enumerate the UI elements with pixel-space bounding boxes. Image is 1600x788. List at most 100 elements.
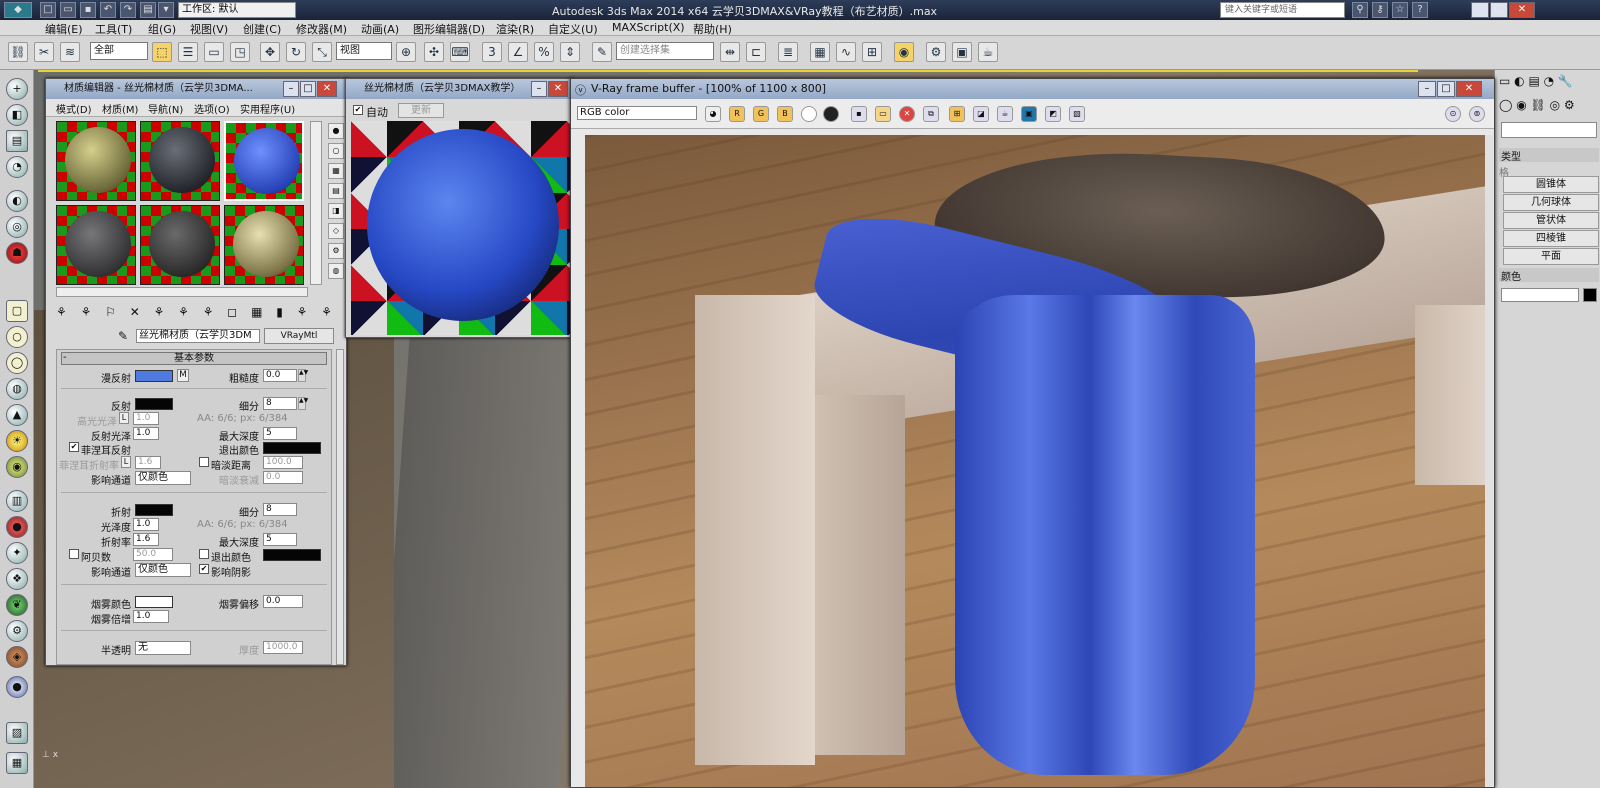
scale-icon[interactable]: ⤡ xyxy=(312,42,332,62)
make-preview-icon[interactable]: ◇ xyxy=(328,223,344,239)
percent-snap-icon[interactable]: % xyxy=(534,42,554,62)
options-icon[interactable]: ⚙ xyxy=(328,243,344,259)
slot-scrollbar[interactable] xyxy=(56,287,308,297)
menu-tools[interactable]: 工具(T) xyxy=(95,21,132,37)
pivot-center-icon[interactable]: ⊕ xyxy=(396,42,416,62)
dim-falloff-input[interactable]: 0.0 xyxy=(263,471,303,484)
eyedropper-icon[interactable]: ✎ xyxy=(118,329,128,343)
material-slot-active[interactable] xyxy=(224,121,304,201)
object-category-dropdown[interactable] xyxy=(1501,122,1597,138)
tube-icon[interactable]: ◉ xyxy=(6,456,28,478)
glossiness-input[interactable]: 1.0 xyxy=(133,518,159,531)
sample-type-icon[interactable]: ● xyxy=(328,123,344,139)
mated-close-icon[interactable]: ✕ xyxy=(317,81,337,97)
max-logo-icon[interactable]: ◆ xyxy=(4,2,32,18)
graphite-tools-icon[interactable]: ▦ xyxy=(810,42,830,62)
hilight-lock-button[interactable]: L xyxy=(119,412,129,424)
material-slot[interactable] xyxy=(224,205,304,285)
mated-menu-modes[interactable]: 模式(D) xyxy=(56,101,92,116)
roughness-spinner[interactable]: ▲▼ xyxy=(298,369,308,382)
vfb-history-icon[interactable]: ◩ xyxy=(1045,106,1061,122)
background-icon[interactable]: ▦ xyxy=(328,163,344,179)
params-scrollbar[interactable] xyxy=(336,349,344,665)
edit-named-sel-icon[interactable]: ✎ xyxy=(592,42,612,62)
render-last-icon[interactable]: ☕ xyxy=(997,106,1013,122)
teapot-icon[interactable]: ☗ xyxy=(6,242,28,264)
minimize-icon[interactable]: – xyxy=(1471,2,1489,18)
pyramid-button[interactable]: 四棱锥 xyxy=(1503,230,1599,247)
maximize-icon[interactable]: □ xyxy=(1490,2,1508,18)
plant-icon[interactable]: ❦ xyxy=(6,594,28,616)
diffuse-color-swatch[interactable] xyxy=(135,370,173,382)
helpers-icon[interactable]: ✦ xyxy=(6,542,28,564)
color-channels-icon[interactable]: ◕ xyxy=(705,106,721,122)
search-input[interactable]: 键入关键字或短语 xyxy=(1220,2,1345,18)
rendered-image[interactable] xyxy=(585,135,1485,787)
refr-subdivs-input[interactable]: 8 xyxy=(263,503,297,516)
vfb-close-icon[interactable]: ✕ xyxy=(1456,81,1482,97)
create-icon[interactable]: + xyxy=(6,78,28,100)
utilities-icon[interactable]: ◎ xyxy=(6,216,28,238)
fog-mult-input[interactable]: 1.0 xyxy=(133,610,169,623)
new-file-icon[interactable]: □ xyxy=(40,2,56,18)
cylinder2-icon[interactable]: ▥ xyxy=(6,490,28,512)
render-teapot-icon[interactable]: ☕ xyxy=(978,42,998,62)
save-file-icon[interactable]: ▪ xyxy=(80,2,96,18)
hierarchy-icon[interactable]: ▤ xyxy=(6,130,28,152)
refract-color-swatch[interactable] xyxy=(135,504,173,516)
link-icon[interactable]: ▣ xyxy=(1021,106,1037,122)
vfb-minimize-icon[interactable]: – xyxy=(1418,81,1436,97)
auto-update-checkbox[interactable]: ✔ xyxy=(353,105,363,115)
fog-bias-input[interactable]: 0.0 xyxy=(263,595,303,608)
open-file-icon[interactable]: ▭ xyxy=(60,2,76,18)
refr-exit-color-swatch[interactable] xyxy=(263,549,321,561)
vfb-settings-icon[interactable]: ⊚ xyxy=(1469,106,1485,122)
material-tool-row[interactable]: ⚘ ⚘ ⚐ ✕ ⚘ ⚘ ⚘ ◻ ▦ ▮ ⚘ ⚘ xyxy=(56,305,337,319)
blue-channel-icon[interactable]: B xyxy=(777,106,793,122)
refr-affect-channels-dropdown[interactable]: 仅颜色 xyxy=(135,563,191,577)
hilight-gloss-input[interactable]: 1.0 xyxy=(133,412,159,425)
dim-distance-input[interactable]: 100.0 xyxy=(263,456,303,469)
spacewarps-icon[interactable]: ❖ xyxy=(6,568,28,590)
key-icon[interactable]: ⚷ xyxy=(1372,2,1388,18)
ref-coord-dropdown[interactable]: 视图 xyxy=(336,42,392,60)
alpha-white-icon[interactable] xyxy=(801,106,817,122)
red-channel-icon[interactable]: R xyxy=(729,106,745,122)
named-selection-dropdown[interactable]: 创建选择集 xyxy=(616,42,714,60)
subdivs-input[interactable]: 8 xyxy=(263,397,297,410)
exit-color-swatch[interactable] xyxy=(263,442,321,454)
select-object-icon[interactable]: ⬚ xyxy=(152,42,172,62)
dim-distance-checkbox[interactable] xyxy=(199,457,209,467)
rendered-frame-window-icon[interactable]: ▣ xyxy=(952,42,972,62)
unlink-icon[interactable]: ✂ xyxy=(34,42,54,62)
diffuse-map-button[interactable]: M xyxy=(177,369,189,382)
update-button[interactable]: 更新 xyxy=(398,103,444,118)
render-setup-icon[interactable]: ⚙ xyxy=(926,42,946,62)
undo-icon[interactable]: ↶ xyxy=(100,2,116,18)
load-image-icon[interactable]: ▭ xyxy=(875,106,891,122)
mated-minimize-icon[interactable]: – xyxy=(283,81,299,97)
object-name-input[interactable] xyxy=(1501,288,1579,302)
material-type-button[interactable]: VRayMtl xyxy=(264,328,334,344)
clear-image-icon[interactable]: ✕ xyxy=(899,106,915,122)
affect-shadows-checkbox[interactable]: ✔ xyxy=(199,564,209,574)
window-crossing-icon[interactable]: ◳ xyxy=(230,42,250,62)
rotate-icon[interactable]: ↻ xyxy=(286,42,306,62)
particles-icon[interactable]: ● xyxy=(6,516,28,538)
selection-filter-dropdown[interactable]: 全部 xyxy=(90,42,148,60)
affect-channels-dropdown[interactable]: 仅颜色 xyxy=(135,471,191,485)
menu-maxscript[interactable]: MAXScript(X) xyxy=(612,21,685,34)
pixel-info-icon[interactable]: ⊙ xyxy=(1445,106,1461,122)
menu-group[interactable]: 组(G) xyxy=(148,21,176,37)
tube-button[interactable]: 管状体 xyxy=(1503,212,1599,229)
motion-icon[interactable]: ◔ xyxy=(6,156,28,178)
mono-icon[interactable] xyxy=(823,106,839,122)
preview-minimize-icon[interactable]: – xyxy=(531,81,547,97)
material-editor-icon[interactable]: ◉ xyxy=(894,42,914,62)
region-render-icon[interactable]: ◪ xyxy=(973,106,989,122)
abbe-input[interactable]: 50.0 xyxy=(133,548,173,561)
mated-menu-navigation[interactable]: 导航(N) xyxy=(148,101,183,116)
refr-max-depth-input[interactable]: 5 xyxy=(263,533,297,546)
spinner-snap-icon[interactable]: ⇕ xyxy=(560,42,580,62)
max-depth-input[interactable]: 5 xyxy=(263,427,297,440)
